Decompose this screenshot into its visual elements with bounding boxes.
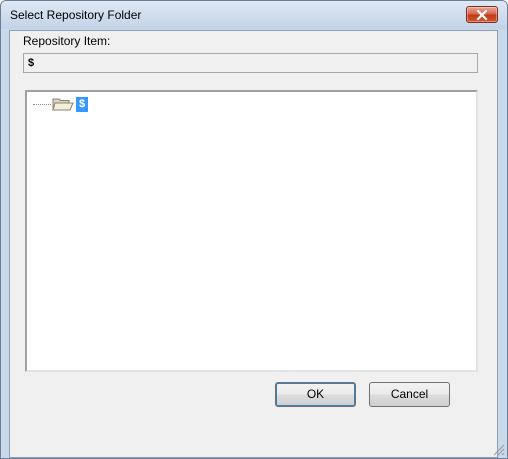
dialog-window: Select Repository Folder Repository Item… xyxy=(0,0,508,459)
tree-connector xyxy=(33,104,51,105)
folder-tree[interactable]: $ xyxy=(25,90,478,372)
window-title: Select Repository Folder xyxy=(10,8,142,22)
tree-node-root[interactable]: $ xyxy=(33,96,89,112)
folder-open-icon xyxy=(52,98,74,111)
tree-node-label[interactable]: $ xyxy=(76,96,89,112)
close-button[interactable] xyxy=(466,6,498,23)
ok-button[interactable]: OK xyxy=(275,382,356,407)
cancel-button[interactable]: Cancel xyxy=(369,382,450,407)
close-icon xyxy=(476,9,488,20)
repository-item-label: Repository Item: xyxy=(23,34,111,48)
resize-grip-icon[interactable] xyxy=(491,442,505,456)
title-bar[interactable]: Select Repository Folder xyxy=(1,1,507,29)
repository-item-field: $ xyxy=(23,53,478,73)
